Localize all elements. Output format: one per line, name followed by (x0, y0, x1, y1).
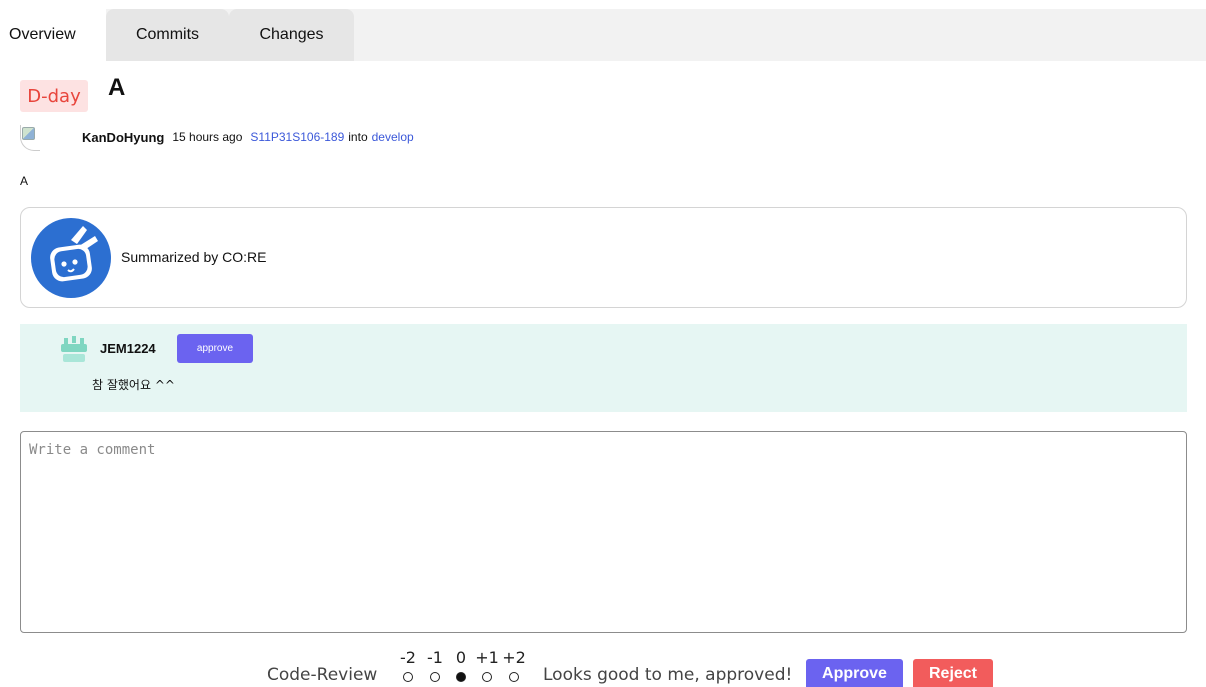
code-review-scale: -2 -1 0 +1 +2 (396, 648, 530, 687)
approve-button[interactable]: Approve (806, 659, 903, 687)
approve-status-badge: approve (177, 334, 253, 363)
dday-badge: D-day (20, 80, 88, 112)
merge-request-meta: KanDoHyung 15 hours ago S11P31S106-189 i… (20, 124, 414, 151)
score-radio-plus1[interactable] (482, 672, 492, 682)
score-label-plus1: +1 (475, 648, 499, 667)
author-name[interactable]: KanDoHyung (82, 130, 164, 145)
score-radio-minus1[interactable] (430, 672, 440, 682)
summary-label: Summarized by CO:RE (121, 249, 267, 265)
reviewer-name[interactable]: JEM1224 (100, 341, 156, 356)
broken-image-icon (22, 127, 35, 140)
description: A (20, 174, 29, 188)
review-comment-text: 참 잘했어요 ^^ (92, 378, 175, 392)
reject-button[interactable]: Reject (913, 659, 993, 687)
tab-bar: Overview Commits Changes (0, 9, 1206, 61)
score-label-minus2: -2 (400, 648, 416, 667)
score-label-minus1: -1 (427, 648, 443, 667)
score-radio-0[interactable] (456, 672, 466, 682)
tab-changes[interactable]: Changes (229, 9, 354, 61)
score-radio-plus2[interactable] (509, 672, 519, 682)
reviewer-avatar (60, 334, 88, 364)
summary-card: Summarized by CO:RE (20, 207, 1187, 308)
core-logo-icon (31, 218, 111, 298)
into-label: into (348, 130, 368, 144)
page-title: A (108, 74, 126, 101)
score-radio-minus2[interactable] (403, 672, 413, 682)
source-branch-link[interactable]: S11P31S106-189 (250, 130, 344, 144)
review-comment: JEM1224 approve 참 잘했어요 ^^ (20, 324, 1187, 412)
target-branch-link[interactable]: develop (372, 130, 414, 144)
code-review-message: Looks good to me, approved! (543, 665, 793, 685)
code-review-label: Code-Review (267, 665, 378, 685)
comment-input[interactable] (20, 431, 1187, 633)
score-label-0: 0 (455, 648, 467, 667)
timestamp: 15 hours ago (172, 130, 243, 144)
score-label-plus2: +2 (502, 648, 526, 667)
tab-commits[interactable]: Commits (106, 9, 229, 61)
tab-overview[interactable]: Overview (0, 9, 106, 61)
author-avatar (20, 125, 40, 151)
